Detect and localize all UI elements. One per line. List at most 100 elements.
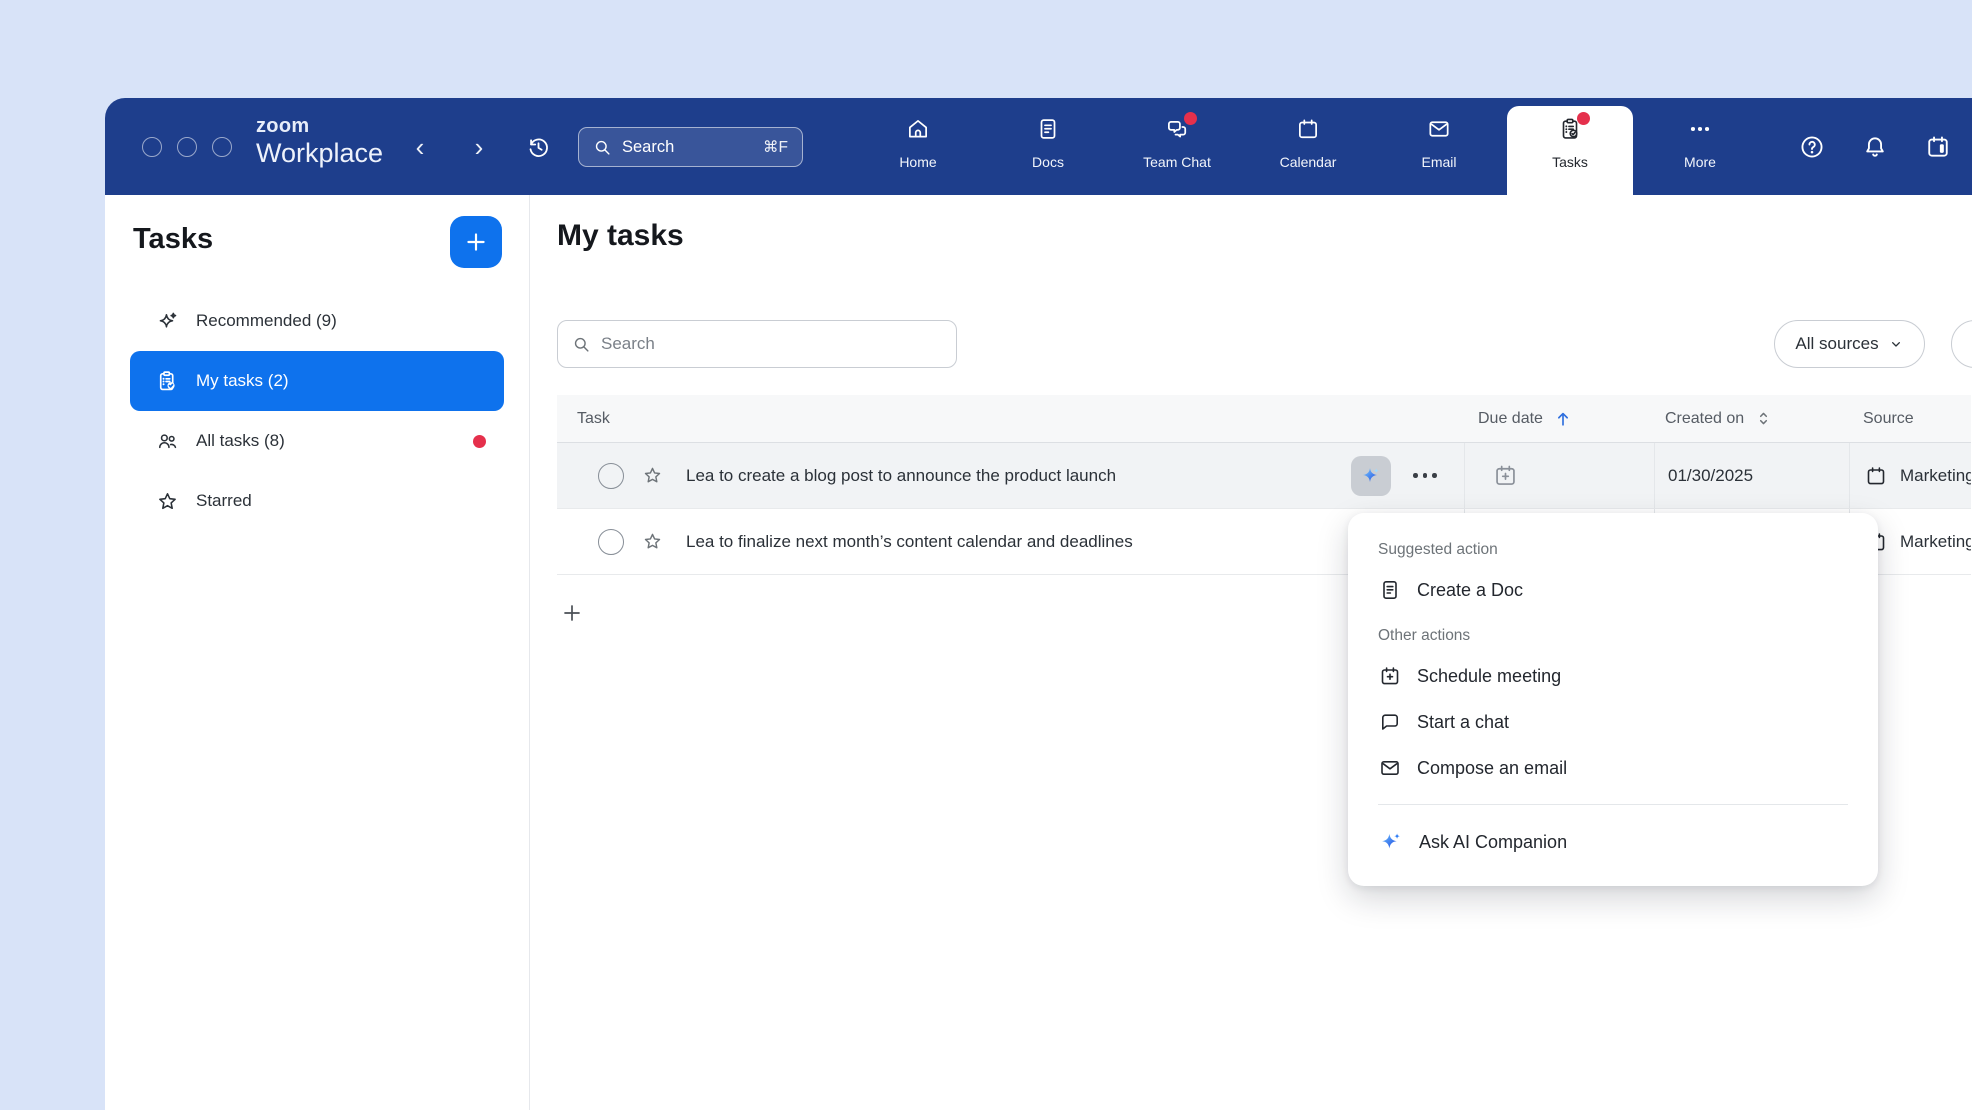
nav-team-chat[interactable]: Team Chat [1122,116,1232,170]
all-tasks-badge [473,435,486,448]
nav-calendar[interactable]: Calendar [1253,116,1363,170]
menu-item-compose-email[interactable]: Compose an email [1378,745,1848,791]
add-task-inline-button[interactable] [557,598,587,628]
page-title: My tasks [557,219,684,253]
tasks-icon [1557,116,1583,142]
nav-docs[interactable]: Team Chat Docs [993,116,1103,170]
menu-item-label: Compose an email [1417,758,1567,779]
sparkle-icon [155,309,180,334]
created-date: 01/30/2025 [1668,466,1753,486]
forward-button[interactable]: › [463,131,495,163]
nav-email[interactable]: Email [1384,116,1494,170]
sidebar-item-recommended[interactable]: Recommended (9) [130,291,504,351]
sidebar-title: Tasks [133,223,213,256]
nav-label: Home [863,154,973,170]
star-task-icon[interactable] [641,530,664,553]
add-due-date-icon[interactable] [1492,462,1519,489]
calendar-icon [1295,116,1321,142]
window-zoom-button[interactable] [212,137,232,157]
people-icon [155,429,180,454]
row-more-button[interactable] [1413,473,1437,478]
tasks-sidebar: Tasks Recommended (9) [105,195,530,1110]
sidebar-item-starred[interactable]: Starred [130,471,504,531]
sidebar-item-all-tasks[interactable]: All tasks (8) [130,411,504,471]
task-title[interactable]: Lea to create a blog post to announce th… [686,466,1116,486]
plus-icon [560,601,584,625]
nav-label: Team Chat [1122,154,1232,170]
plus-icon [463,229,489,255]
nav-home[interactable]: Home [863,116,973,170]
column-source[interactable]: Source [1849,395,1971,442]
menu-section-label: Suggested action [1378,541,1848,559]
column-due-date[interactable]: Due date [1464,395,1654,442]
sources-filter-label: All sources [1795,334,1878,354]
search-icon [572,335,591,354]
column-task[interactable]: Task [557,395,1464,442]
sources-filter-dropdown[interactable]: All sources [1774,320,1925,368]
clipped-filter-button[interactable] [1951,320,1972,368]
source-label: Marketing [1900,532,1971,552]
search-icon [593,138,612,157]
task-cell: Lea to create a blog post to announce th… [557,443,1464,508]
column-created-on[interactable]: Created on [1654,395,1849,442]
menu-item-start-chat[interactable]: Start a chat [1378,699,1848,745]
window-minimize-button[interactable] [177,137,197,157]
due-date-cell[interactable] [1464,443,1654,508]
sidebar-list: Recommended (9) My tasks (2) [105,291,529,531]
column-label: Task [577,410,610,428]
brand-workplace: Workplace [256,140,383,167]
window-close-button[interactable] [142,137,162,157]
history-icon[interactable] [522,131,554,163]
created-on-cell: 01/30/2025 [1654,443,1849,508]
nav-label: Docs [993,154,1103,170]
menu-item-label: Create a Doc [1417,580,1523,601]
menu-section-label: Other actions [1378,627,1848,645]
complete-task-radio[interactable] [598,463,624,489]
suggested-actions-menu: Suggested action Create a Doc Other acti… [1348,513,1878,886]
more-icon [1687,116,1713,142]
help-icon[interactable] [1796,131,1828,163]
schedule-panel-icon[interactable] [1922,131,1954,163]
sort-toggle-icon[interactable] [1754,409,1773,428]
sidebar-item-label: Starred [196,491,252,511]
zoom-workplace-logo: zoom Workplace [256,116,383,167]
back-button[interactable]: ‹ [404,131,436,163]
star-task-icon[interactable] [641,464,664,487]
nav-label: Email [1384,154,1494,170]
doc-icon [1378,578,1402,602]
add-task-button[interactable] [450,216,502,268]
table-header: Task Due date Created on [557,395,1971,443]
task-actions [1351,443,1437,508]
menu-item-ask-ai-companion[interactable]: Ask AI Companion [1378,818,1848,866]
nav-label: Calendar [1253,154,1363,170]
search-input[interactable] [601,334,942,354]
tasks-search-box[interactable] [557,320,957,368]
sort-ascending-icon[interactable] [1553,409,1573,429]
source-label: Marketing [1900,466,1971,486]
desktop: { "brand": { "line1": "zoom", "line2": "… [0,0,1972,1110]
sidebar-item-label: All tasks (8) [196,431,285,451]
clipboard-check-icon [155,369,180,394]
chat-bubble-icon [1378,710,1402,734]
menu-item-schedule-meeting[interactable]: Schedule meeting [1378,653,1848,699]
team-chat-icon [1164,116,1190,142]
envelope-icon [1378,756,1402,780]
nav-tasks[interactable]: Tasks [1515,116,1625,170]
notifications-bell-icon[interactable] [1859,131,1891,163]
source-calendar-icon [1864,464,1888,488]
global-search-bar[interactable]: Search ⌘F [578,127,803,167]
task-row[interactable]: Lea to create a blog post to announce th… [557,443,1971,509]
menu-item-create-doc[interactable]: Create a Doc [1378,567,1848,613]
sidebar-item-my-tasks[interactable]: My tasks (2) [130,351,504,411]
column-label: Due date [1478,410,1543,428]
email-icon [1426,116,1452,142]
menu-divider [1378,804,1848,805]
search-shortcut: ⌘F [763,138,788,157]
task-title[interactable]: Lea to finalize next month’s content cal… [686,532,1133,552]
nav-more[interactable]: More [1645,116,1755,170]
sidebar-item-label: Recommended (9) [196,311,337,331]
ai-companion-button[interactable] [1351,456,1391,496]
menu-item-label: Start a chat [1417,712,1509,733]
complete-task-radio[interactable] [598,529,624,555]
sidebar-item-label: My tasks (2) [196,371,289,391]
